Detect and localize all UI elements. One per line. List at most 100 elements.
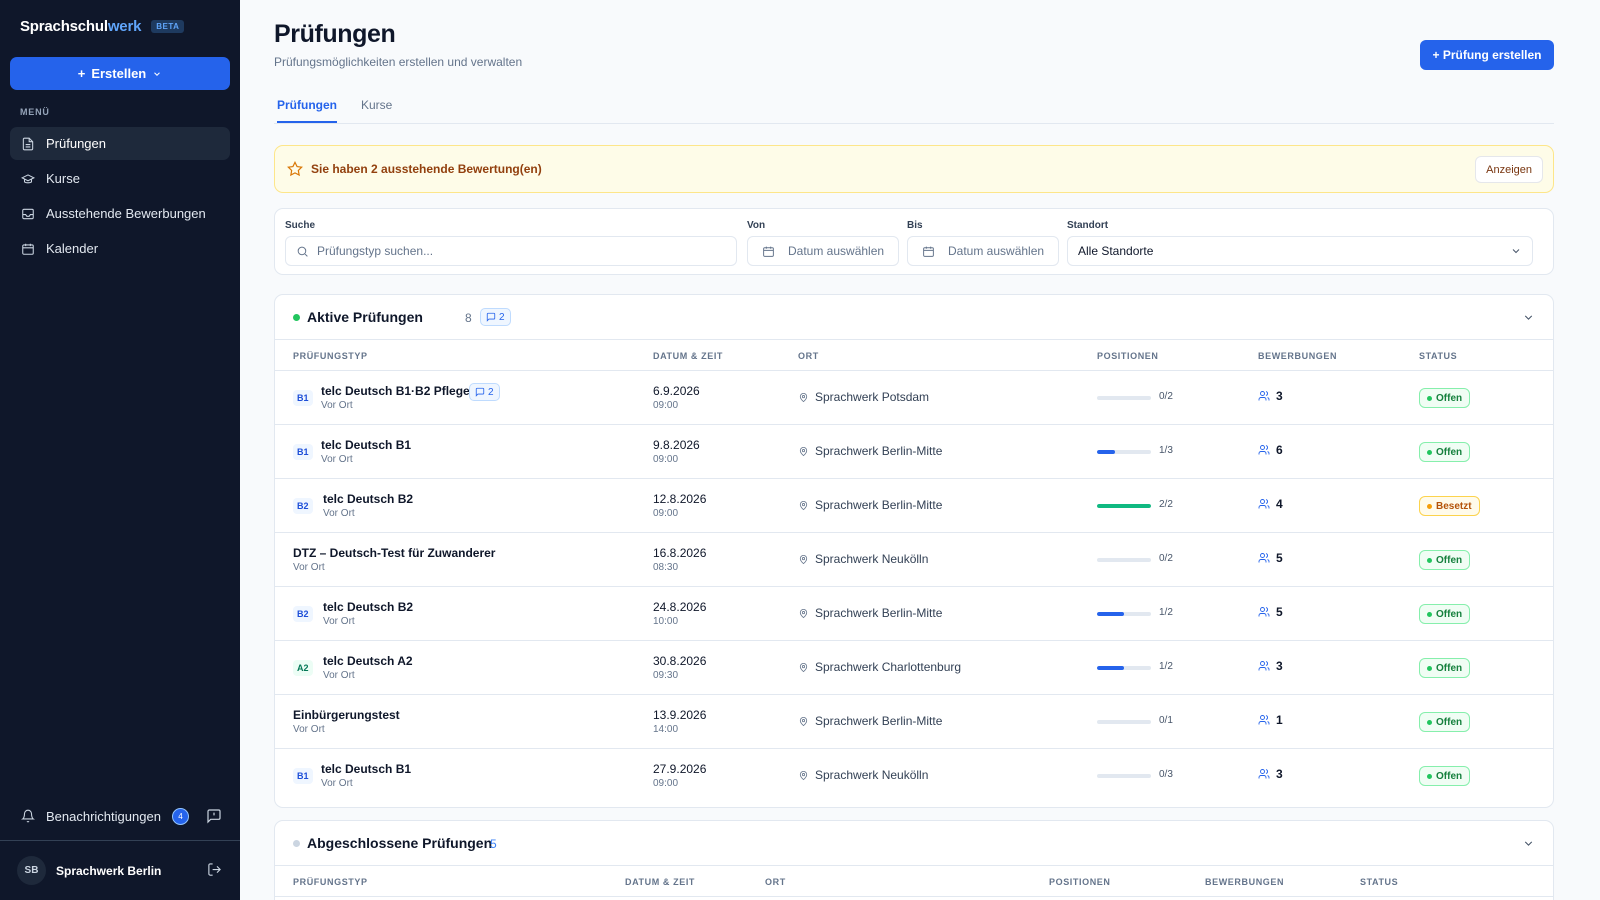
sidebar-divider	[0, 840, 240, 841]
column-header[interactable]: BEWERBUNGEN	[1258, 351, 1337, 361]
table-row[interactable]: B1 telc Deutsch B1 Vor Ort 27.9.2026 09:00 Sp…	[275, 749, 1553, 803]
applications-count[interactable]: 3	[1258, 659, 1283, 673]
to-date-picker[interactable]: Datum auswählen	[907, 236, 1059, 266]
map-pin-icon	[799, 662, 808, 672]
column-header[interactable]: BEWERBUNGEN	[1205, 877, 1284, 887]
tab-pruefungen[interactable]: Prüfungen	[277, 98, 337, 123]
column-header[interactable]: POSITIONEN	[1049, 877, 1111, 887]
search-input[interactable]: Prüfungstyp suchen...	[285, 236, 737, 266]
collapse-completed-toggle[interactable]	[1522, 837, 1535, 855]
sidebar-item-kurse[interactable]: Kurse	[10, 162, 230, 195]
collapse-active-toggle[interactable]	[1522, 311, 1535, 329]
column-header[interactable]: ORT	[765, 877, 786, 887]
exam-name: telc Deutsch A2	[323, 654, 413, 668]
create-label: Erstellen	[91, 66, 147, 81]
applications-count[interactable]: 5	[1258, 551, 1283, 565]
column-header[interactable]: POSITIONEN	[1097, 351, 1159, 361]
brand-logo[interactable]: Sprachschulwerk BETA	[20, 18, 185, 35]
table-row[interactable]: B2 telc Deutsch B2 Vor Ort 24.8.2026 10:00 Sp…	[275, 587, 1553, 641]
applications-count[interactable]: 3	[1258, 389, 1283, 403]
logout-button[interactable]	[207, 862, 222, 882]
sidebar-item-kalender[interactable]: Kalender	[10, 232, 230, 265]
exam-time: 09:00	[653, 400, 679, 411]
positions-progress-fill	[1097, 504, 1151, 508]
exam-mode: Vor Ort	[321, 400, 353, 411]
user-profile[interactable]: SB Sprachwerk Berlin	[17, 856, 161, 885]
positions-text: 0/3	[1159, 769, 1173, 780]
column-header[interactable]: DATUM & ZEIT	[625, 877, 695, 887]
applications-count[interactable]: 3	[1258, 767, 1283, 781]
active-messages-badge[interactable]: 2	[480, 308, 511, 326]
sidebar-item-label: Kurse	[46, 171, 80, 186]
notifications-link[interactable]: Benachrichtigungen 4	[10, 800, 230, 832]
map-pin-icon	[799, 500, 808, 510]
table-row[interactable]: B1 telc Deutsch B1 Vor Ort 9.8.2026 09:00 Spr…	[275, 425, 1553, 479]
map-pin-icon	[799, 392, 808, 402]
table-header: PRÜFUNGSTYP DATUM & ZEIT ORT POSITIONEN …	[275, 866, 1553, 897]
level-badge: B1	[293, 768, 313, 784]
sidebar-item-label: Ausstehende Bewerbungen	[46, 206, 206, 221]
applications-count[interactable]: 6	[1258, 443, 1283, 457]
row-messages-badge[interactable]: 2	[469, 383, 500, 401]
users-icon	[1258, 499, 1270, 509]
applications-count[interactable]: 1	[1258, 713, 1283, 727]
column-header[interactable]: STATUS	[1360, 877, 1398, 887]
main-content: Prüfungen Prüfungsmöglichkeiten erstelle…	[240, 0, 1600, 900]
exam-location: Sprachwerk Neukölln	[798, 552, 928, 566]
exam-mode: Vor Ort	[293, 562, 325, 573]
exam-location: Sprachwerk Berlin-Mitte	[798, 498, 942, 512]
exam-date: 16.8.2026	[653, 546, 707, 560]
location-select[interactable]: Alle Standorte	[1067, 236, 1533, 266]
tab-kurse[interactable]: Kurse	[361, 98, 392, 121]
exam-date: 24.8.2026	[653, 600, 707, 614]
exam-mode: Vor Ort	[323, 508, 355, 519]
feedback-button[interactable]	[206, 808, 222, 824]
exam-time: 08:30	[653, 562, 679, 573]
column-header[interactable]: PRÜFUNGSTYP	[293, 351, 368, 361]
star-icon	[287, 161, 303, 177]
positions-progress-fill	[1097, 450, 1115, 454]
table-row[interactable]: A2 telc Deutsch A2 Vor Ort 30.8.2026 09:30 Sp…	[275, 641, 1553, 695]
calendar-icon	[923, 246, 934, 257]
status-badge: Offen	[1419, 442, 1471, 462]
positions-progress-bar	[1097, 720, 1151, 724]
graduation-cap-icon	[21, 173, 35, 183]
sidebar-item-label: Prüfungen	[46, 136, 106, 151]
table-row[interactable]: Einbürgerungstest Vor Ort 13.9.2026 14:00 Sp…	[275, 695, 1553, 749]
sidebar-item-ausstehende-bewerbungen[interactable]: Ausstehende Bewerbungen	[10, 197, 230, 230]
users-icon	[1258, 661, 1270, 671]
sidebar-item-pruefungen[interactable]: Prüfungen	[10, 127, 230, 160]
map-pin-icon	[799, 716, 808, 726]
positions-progress-bar	[1097, 612, 1151, 616]
positions-progress-bar	[1097, 558, 1151, 562]
exam-location: Sprachwerk Potsdam	[798, 390, 929, 404]
column-header[interactable]: STATUS	[1419, 351, 1457, 361]
completed-exams-count: 5	[490, 837, 497, 851]
column-header[interactable]: PRÜFUNGSTYP	[293, 877, 368, 887]
applications-count[interactable]: 5	[1258, 605, 1283, 619]
table-row[interactable]: DTZ – Deutsch-Test für Zuwanderer Vor Ort…	[275, 533, 1553, 587]
status-badge: Offen	[1419, 604, 1471, 624]
table-row[interactable]: B1 telc Deutsch B1·B2 Pflege 2 Vor Ort 6.9.2…	[275, 371, 1553, 425]
column-header[interactable]: ORT	[798, 351, 819, 361]
from-date-picker[interactable]: Datum auswählen	[747, 236, 899, 266]
exam-date: 6.9.2026	[653, 384, 700, 398]
exam-mode: Vor Ort	[321, 454, 353, 465]
completed-exams-header[interactable]: Abgeschlossene Prüfungen 5	[275, 821, 1553, 866]
exam-table-body: B1 telc Deutsch B1·B2 Pflege 2 Vor Ort 6.9.2…	[275, 371, 1553, 803]
map-pin-icon	[799, 770, 808, 780]
avatar: SB	[17, 856, 46, 885]
positions-text: 0/2	[1159, 553, 1173, 564]
column-header[interactable]: DATUM & ZEIT	[653, 351, 723, 361]
to-placeholder: Datum auswählen	[948, 244, 1045, 258]
show-reviews-button[interactable]: Anzeigen	[1475, 156, 1543, 183]
active-exams-header[interactable]: Aktive Prüfungen 8 2	[275, 295, 1553, 340]
positions-progress-fill	[1097, 612, 1124, 616]
users-icon	[1258, 553, 1270, 563]
document-icon	[22, 137, 34, 150]
applications-count[interactable]: 4	[1258, 497, 1283, 511]
create-exam-button[interactable]: + Prüfung erstellen	[1420, 40, 1554, 70]
create-menu-button[interactable]: + Erstellen	[10, 57, 230, 90]
exam-location: Sprachwerk Berlin-Mitte	[798, 444, 942, 458]
table-row[interactable]: B2 telc Deutsch B2 Vor Ort 12.8.2026 09:00 Sp…	[275, 479, 1553, 533]
